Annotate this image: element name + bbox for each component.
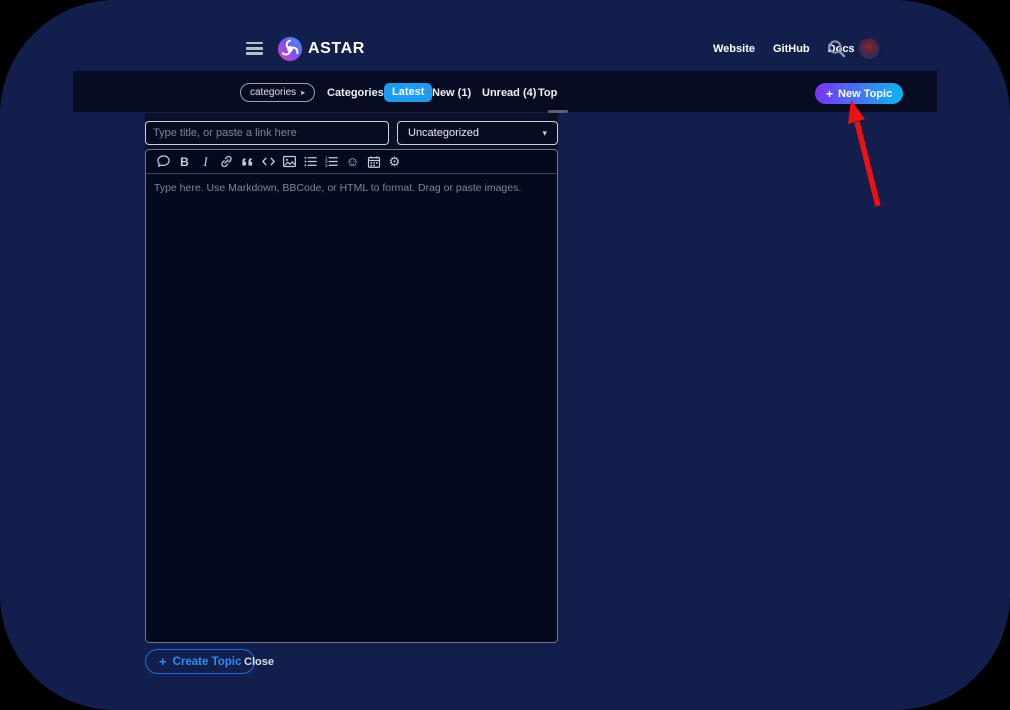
composer-editor: B I 123 ☺ — [145, 149, 558, 643]
chevron-down-icon: ▾ — [542, 128, 557, 139]
svg-text:3: 3 — [325, 163, 328, 168]
comment-icon[interactable] — [153, 152, 174, 172]
link-icon[interactable] — [216, 152, 237, 172]
caret-right-icon: ▸ — [301, 88, 305, 97]
plus-icon: + — [159, 654, 167, 669]
bullet-list-icon[interactable] — [300, 152, 321, 172]
composer-close-link[interactable]: Close — [244, 656, 274, 668]
new-topic-button-label: New Topic — [838, 88, 892, 100]
nav-item-categories[interactable]: Categories — [327, 87, 384, 99]
categories-dropdown-label: categories — [250, 87, 296, 98]
forum-page: ASTAR Website GitHub Docs categories ▸ C… — [0, 0, 1010, 710]
categories-dropdown[interactable]: categories ▸ — [240, 83, 315, 102]
hamburger-menu-icon[interactable] — [246, 42, 263, 55]
post-body-textarea[interactable] — [146, 174, 557, 641]
category-select-value: Uncategorized — [398, 127, 542, 139]
header-link-github[interactable]: GitHub — [773, 43, 810, 55]
code-icon[interactable] — [258, 152, 279, 172]
header-link-website[interactable]: Website — [713, 43, 755, 55]
topic-title-input[interactable] — [145, 121, 389, 145]
site-logo[interactable]: ASTAR — [277, 36, 365, 62]
nav-item-new[interactable]: New (1) — [432, 87, 471, 99]
ordered-list-icon[interactable]: 123 — [321, 152, 342, 172]
composer-grippie[interactable] — [548, 110, 568, 113]
plus-icon: + — [826, 87, 833, 101]
topic-list-navbar: categories ▸ Categories Latest New (1) U… — [73, 71, 937, 112]
gear-icon[interactable]: ⚙ — [384, 152, 405, 172]
screenshot-canvas: ASTAR Website GitHub Docs categories ▸ C… — [0, 0, 1010, 710]
category-select[interactable]: Uncategorized ▾ — [397, 121, 558, 145]
nav-item-unread[interactable]: Unread (4) — [482, 87, 536, 99]
user-avatar[interactable] — [857, 37, 881, 61]
composer-toolbar: B I 123 ☺ — [146, 150, 557, 174]
nav-item-latest[interactable]: Latest — [384, 83, 432, 102]
blockquote-icon[interactable] — [237, 152, 258, 172]
emoji-icon[interactable]: ☺ — [342, 152, 363, 172]
new-topic-button[interactable]: + New Topic — [815, 83, 903, 104]
italic-icon[interactable]: I — [195, 152, 216, 172]
create-topic-button[interactable]: + Create Topic — [145, 649, 255, 674]
search-icon[interactable] — [827, 39, 847, 59]
nav-item-top[interactable]: Top — [538, 87, 557, 99]
calendar-icon[interactable] — [363, 152, 384, 172]
image-icon[interactable] — [279, 152, 300, 172]
create-topic-button-label: Create Topic — [173, 656, 242, 668]
bold-icon[interactable]: B — [174, 152, 195, 172]
site-title: ASTAR — [308, 40, 365, 58]
astar-logo-icon — [277, 36, 303, 62]
